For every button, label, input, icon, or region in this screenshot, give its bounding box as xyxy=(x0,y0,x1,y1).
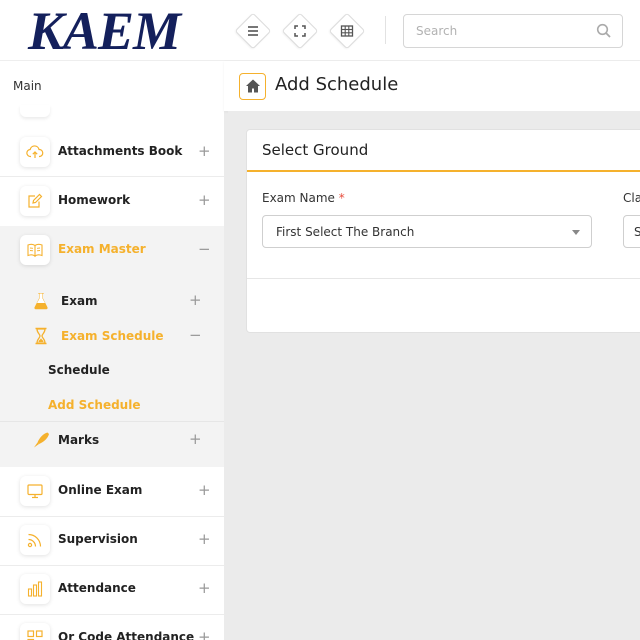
sidebar-item-label: Supervision xyxy=(58,532,138,546)
sidebar-item-attendance[interactable]: Attendance + xyxy=(0,565,224,613)
pen-icon xyxy=(34,432,49,448)
page-title-bar: Add Schedule xyxy=(224,61,640,111)
submenu-item-label: Exam xyxy=(61,294,98,308)
search-input[interactable] xyxy=(404,15,584,47)
sidebar-item-attachments-book[interactable]: Attachments Book + xyxy=(0,128,224,176)
home-button[interactable] xyxy=(239,73,266,100)
card-title: Select Ground xyxy=(262,141,369,159)
required-marker: * xyxy=(338,191,345,205)
expand-toggle[interactable]: + xyxy=(198,141,211,161)
logo[interactable]: KAEM xyxy=(28,2,181,60)
exam-name-label-text: Exam Name xyxy=(262,191,335,205)
card-header: Select Ground xyxy=(247,130,640,172)
header-divider xyxy=(385,16,386,44)
collapse-toggle[interactable]: − xyxy=(198,239,211,259)
expand-toggle[interactable]: + xyxy=(198,480,211,500)
fullscreen-button[interactable] xyxy=(281,12,319,50)
home-icon xyxy=(246,79,260,93)
sidebar: Main Attachments Book + Homework + Exam … xyxy=(0,61,224,640)
exam-name-label: Exam Name * xyxy=(262,191,345,205)
page-title: Add Schedule xyxy=(275,74,399,95)
sidebar-item-label: Exam Master xyxy=(58,242,146,256)
select-ground-card: Select Ground Exam Name * First Select T… xyxy=(246,129,640,333)
fullscreen-icon xyxy=(294,25,306,37)
submenu-item-label: Exam Schedule xyxy=(61,329,164,343)
submenu-link-schedule[interactable]: Schedule xyxy=(48,363,110,377)
flask-icon xyxy=(34,293,48,310)
menu-toggle-button[interactable] xyxy=(234,12,272,50)
expand-toggle[interactable]: + xyxy=(198,529,211,549)
submenu-item-exam-schedule[interactable]: Exam Schedule − xyxy=(0,319,224,353)
sidebar-item-label: Homework xyxy=(58,193,131,207)
edit-icon xyxy=(20,186,50,216)
expand-toggle[interactable]: + xyxy=(189,290,202,310)
book-icon xyxy=(20,235,50,265)
exam-name-selected-value: First Select The Branch xyxy=(276,225,415,239)
expand-toggle[interactable]: + xyxy=(198,578,211,598)
class-select[interactable]: S xyxy=(623,215,640,248)
exam-name-select[interactable]: First Select The Branch xyxy=(262,215,592,248)
top-header: KAEM xyxy=(0,0,640,61)
hamburger-icon xyxy=(248,26,258,36)
expand-toggle[interactable]: + xyxy=(189,429,202,449)
sidebar-item-label: Attachments Book xyxy=(58,144,183,158)
sidebar-item-label: Attendance xyxy=(58,581,136,595)
hourglass-icon xyxy=(35,327,47,345)
sidebar-section-title: Main xyxy=(13,79,42,93)
card-footer-divider xyxy=(247,278,640,279)
collapse-toggle[interactable]: − xyxy=(189,325,202,345)
caret-down-icon xyxy=(572,230,580,235)
search-icon[interactable] xyxy=(596,23,612,39)
sidebar-item-homework[interactable]: Homework + xyxy=(0,177,224,225)
sidebar-item-online-exam[interactable]: Online Exam + xyxy=(0,467,224,515)
cloud-upload-icon xyxy=(20,137,50,167)
submenu-item-label: Marks xyxy=(58,433,100,447)
submenu-link-add-schedule[interactable]: Add Schedule xyxy=(48,398,140,412)
expand-toggle[interactable]: + xyxy=(198,190,211,210)
sidebar-item-supervision[interactable]: Supervision + xyxy=(0,516,224,564)
table-grid-icon xyxy=(340,25,354,37)
sidebar-item-label: Online Exam xyxy=(58,483,143,497)
sidebar-item-label: Qr Code Attendance xyxy=(58,630,195,640)
bar-chart-icon xyxy=(20,574,50,604)
grid-apps-button[interactable] xyxy=(328,12,366,50)
divider xyxy=(0,421,224,422)
search-box xyxy=(403,14,623,48)
partial-menu-icon xyxy=(20,105,50,117)
submenu-item-exam[interactable]: Exam + xyxy=(0,284,224,318)
monitor-icon xyxy=(20,476,50,506)
class-label: Cla xyxy=(623,191,640,205)
exam-master-submenu: Exam Master − Exam + Exam Schedule − Sch… xyxy=(0,226,224,467)
sidebar-item-exam-master[interactable]: Exam Master − xyxy=(0,226,224,274)
qr-code-icon xyxy=(20,623,50,640)
rss-icon xyxy=(20,525,50,555)
sidebar-item-qr-code-attendance[interactable]: Qr Code Attendance + xyxy=(0,614,224,640)
submenu-item-marks[interactable]: Marks + xyxy=(0,423,224,457)
class-selected-value: S xyxy=(634,225,640,239)
expand-toggle[interactable]: + xyxy=(198,627,211,640)
